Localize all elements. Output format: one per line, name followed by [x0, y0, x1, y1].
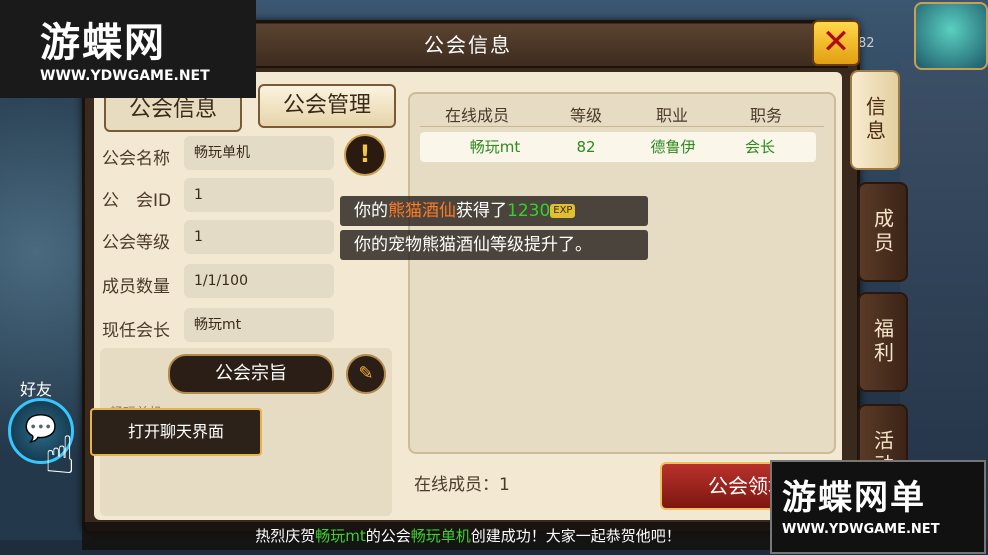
pet-name: 熊猫酒仙 [388, 201, 456, 221]
tab-side-welfare[interactable]: 福利 [858, 292, 908, 392]
member-count-label: 成员数量 [102, 277, 170, 297]
exp-icon: EXP [550, 204, 576, 218]
broadcast-p1: 热烈庆贺 [255, 527, 316, 545]
pointing-hand-icon: ☝ [44, 426, 76, 486]
watermark-br-url: WWW.YDWGAME.NET [782, 522, 940, 537]
guild-name-field: 畅玩单机 [184, 136, 334, 170]
guild-motto-button[interactable]: 公会宗旨 [168, 354, 334, 394]
guild-id-field: 1 [184, 178, 334, 212]
broadcast-guild: 畅玩单机 [410, 527, 471, 545]
pencil-icon: ✎ [358, 363, 374, 384]
close-icon: ✕ [821, 22, 851, 62]
header-post: 职务 [749, 106, 782, 125]
broadcast-p3: 创建成功！大家一起恭贺他吧！ [470, 527, 681, 545]
leader-field: 畅玩mt [184, 308, 334, 342]
tab-side-member[interactable]: 成员 [858, 182, 908, 282]
header-online-member: 在线成员 [444, 106, 509, 125]
info-button[interactable]: ! [344, 134, 386, 176]
system-broadcast: 热烈庆贺畅玩mt的公会畅玩单机创建成功！大家一起恭贺他吧！ [82, 522, 854, 550]
exp-notification: 你的熊猫酒仙获得了1230 EXP [340, 196, 648, 226]
exclamation-icon: ! [359, 140, 371, 168]
chat-tooltip: 打开聊天界面 [90, 408, 262, 456]
player-level: 82 [858, 36, 875, 51]
exp-amount: 1230 [507, 201, 551, 221]
watermark-br-logo-text: 游蝶网单 [782, 478, 926, 518]
friend-label[interactable]: 好友 [20, 376, 52, 400]
broadcast-p2: 的公会 [365, 527, 411, 545]
edit-motto-button[interactable]: ✎ [346, 354, 386, 394]
broadcast-player: 畅玩mt [315, 527, 366, 545]
header-divider [420, 126, 824, 127]
header-class: 职业 [655, 106, 688, 125]
tab-guild-manage[interactable]: 公会管理 [258, 84, 396, 128]
guild-name-label: 公会名称 [102, 149, 170, 169]
toast1-prefix: 你的 [354, 201, 388, 221]
member-class: 德鲁伊 [650, 138, 696, 156]
member-level: 82 [576, 138, 596, 156]
online-count: 在线成员：1 [414, 475, 510, 495]
header-level: 等级 [569, 106, 602, 125]
toast1-mid: 获得了 [456, 201, 507, 221]
watermark-logo-text: 游蝶网 [40, 20, 166, 66]
player-avatar[interactable] [914, 2, 988, 70]
guild-level-label: 公会等级 [102, 233, 170, 253]
member-post: 会长 [744, 138, 775, 156]
tab-side-info[interactable]: 信息 [850, 70, 900, 170]
close-button[interactable]: ✕ [812, 20, 860, 66]
guild-level-field: 1 [184, 220, 334, 254]
guild-id-label: 公 会ID [102, 191, 172, 211]
levelup-notification: 你的宠物熊猫酒仙等级提升了。 [340, 230, 648, 260]
member-name: 畅玩mt [469, 138, 521, 156]
member-count-field: 1/1/100 [184, 264, 334, 298]
leader-label: 现任会长 [102, 321, 170, 341]
watermark-url: WWW.YDWGAME.NET [40, 68, 210, 84]
